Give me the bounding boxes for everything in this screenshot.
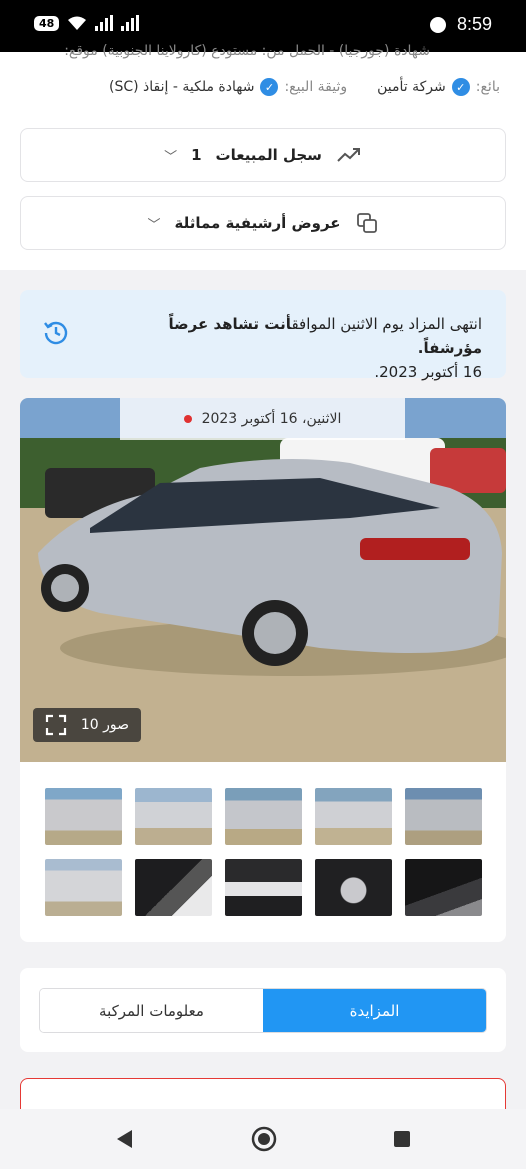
sales-history-label: سجل المبيعات [215,146,322,164]
thumbnail[interactable] [135,859,212,916]
vehicle-details-card: شهادة (جورجيا) - الحمل من: مستودع (كارول… [0,43,526,270]
copy-icon [356,213,377,233]
thumbnail-grid [45,788,482,916]
archived-offers-accordion[interactable]: عروض أرشيفية مماثلة ﹀ [20,196,506,250]
thumbnail[interactable] [405,859,482,916]
tab-auction[interactable]: المزايدة [263,989,486,1032]
document-label: وثيقة البيع: [284,79,348,95]
recents-icon[interactable] [392,1129,412,1149]
alert-message: انتهى المزاد يوم الاثنين الموافق [291,315,482,333]
live-dot-icon [183,415,192,423]
thumbnail[interactable] [225,788,302,845]
history-icon [44,321,68,345]
wifi-icon [68,16,87,30]
home-icon[interactable] [250,1125,278,1153]
signal-icon-2 [121,15,140,31]
fullscreen-icon [45,714,67,736]
photos-count-label: 10 صور [80,717,129,733]
thumbnail[interactable] [405,788,482,845]
clock: 8:59 [456,14,492,34]
sales-history-count: 1 [191,146,202,164]
main-vehicle-photo[interactable]: الاثنين، 16 أكتوبر 2023 10 صور [20,398,506,762]
seller-label: بائع: [475,79,500,95]
section-tabs-card: معلومات المركبة المزايدة [20,968,506,1052]
verified-check-icon-2: ✓ [260,78,279,96]
battery-icon: 48 [34,15,60,31]
auction-date-chip: الاثنين، 16 أكتوبر 2023 [120,398,405,440]
messenger-icon [430,17,446,33]
tab-auction-label: المزايدة [349,1001,400,1020]
verified-check-icon: ✓ [451,78,470,96]
thumbnail[interactable] [45,859,122,916]
photos-count-button[interactable]: 10 صور [33,708,141,742]
document-value: شهادة ملكية - إنقاذ (SC) [109,79,255,95]
alert-date: 16 أكتوبر 2023. [374,363,482,381]
thumbnail[interactable] [225,859,302,916]
archived-offers-label: عروض أرشيفية مماثلة [174,214,341,232]
thumbnail[interactable] [45,788,122,845]
tab-vehicle-info-label: معلومات المركبة [99,1001,204,1020]
seller-value: شركة تأمين [377,79,446,95]
back-icon[interactable] [114,1128,136,1150]
thumbnail[interactable] [135,788,212,845]
tab-vehicle-info[interactable]: معلومات المركبة [40,989,263,1032]
chevron-down-icon: ﹀ [164,149,178,165]
info-line-partial: شهادة (جورجيا) - الحمل من: مستودع (كارول… [64,43,430,59]
section-tabs: معلومات المركبة المزايدة [39,988,487,1033]
archived-auction-alert: انتهى المزاد يوم الاثنين الموافقأنت تشاه… [20,290,506,381]
chevron-down-icon-2: ﹀ [147,217,161,233]
alert-text: انتهى المزاد يوم الاثنين الموافقأنت تشاه… [162,312,482,384]
signal-icon [95,15,114,31]
system-nav-bar [0,1109,526,1169]
document-row: بائع: ✓ شركة تأمين وثيقة البيع: ✓ شهادة … [26,78,500,96]
vehicle-gallery: الاثنين، 16 أكتوبر 2023 10 صور [20,398,506,942]
auction-date-label: الاثنين، 16 أكتوبر 2023 [201,411,342,427]
thumbnail[interactable] [315,859,392,916]
sales-history-accordion[interactable]: سجل المبيعات 1 ﹀ [20,128,506,182]
thumbnail[interactable] [315,788,392,845]
status-icons: 48 [34,15,140,31]
trend-icon [337,148,360,162]
